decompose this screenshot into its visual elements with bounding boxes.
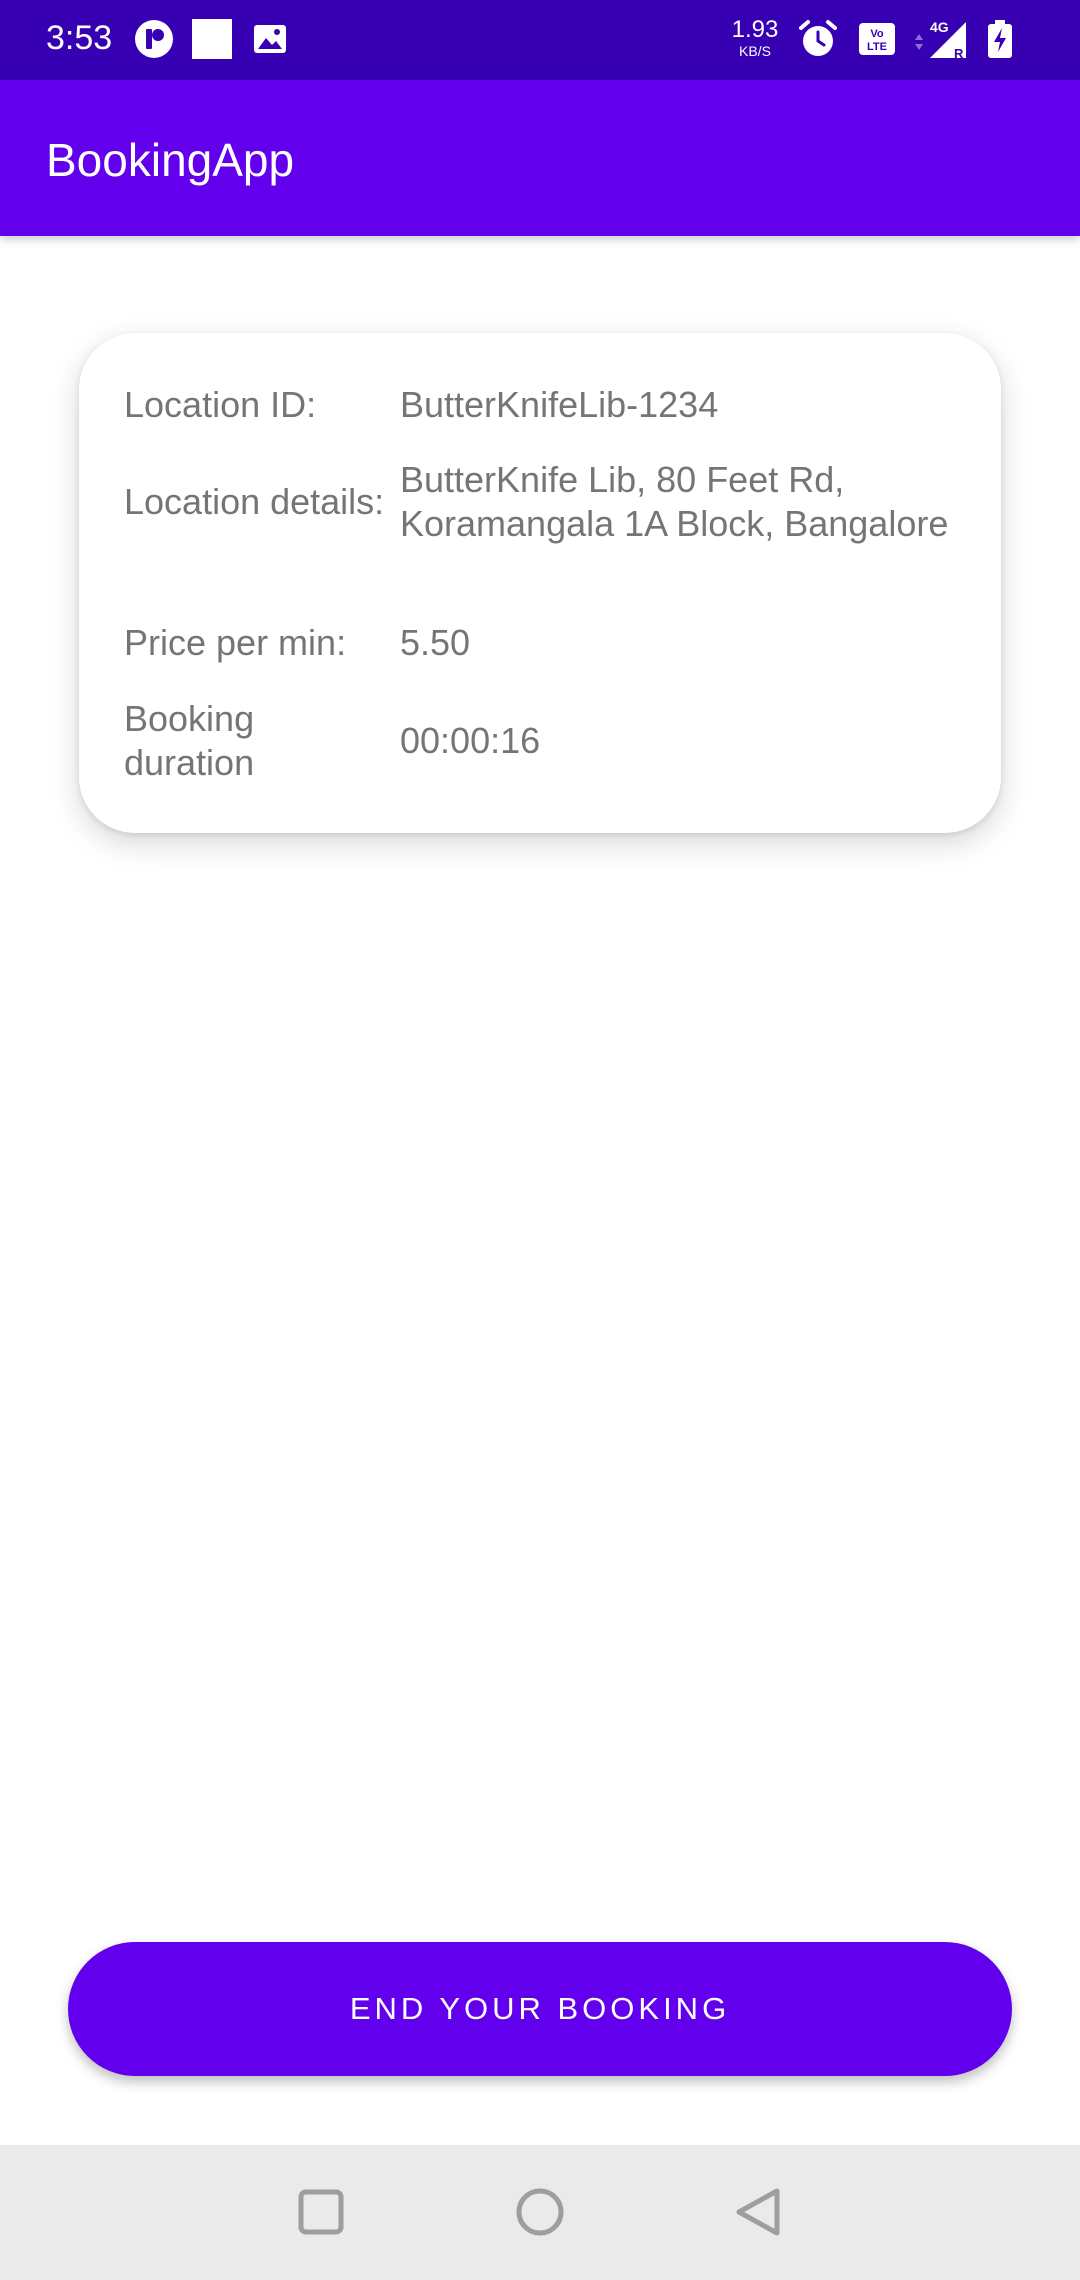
booking-duration-value: 00:00:16 — [400, 720, 541, 761]
svg-text:LTE: LTE — [867, 41, 887, 53]
location-id-label: Location ID: — [124, 384, 317, 425]
square-notification-icon — [192, 19, 232, 59]
network-speed-unit: KB/S — [739, 43, 771, 59]
price-per-min-label: Price per min: — [124, 622, 347, 663]
booking-duration-label: Booking duration — [124, 698, 255, 783]
location-details-row: Location details: ButterKnife Lib, 80 Fe… — [124, 458, 964, 546]
end-booking-button[interactable]: END YOUR BOOKING — [68, 1942, 1012, 2076]
image-notification-icon — [254, 25, 286, 53]
booking-details-card: Location ID: ButterKnifeLib-1234 Locatio… — [79, 333, 1001, 833]
battery-charging-icon — [988, 20, 1012, 58]
status-time: 3:53 — [46, 19, 113, 57]
app-notification-icon — [135, 20, 173, 58]
booking-duration-row: Booking duration 00:00:16 — [124, 697, 964, 785]
back-icon[interactable] — [724, 2177, 794, 2247]
app-title: BookingApp — [46, 134, 295, 186]
location-id-row: Location ID: ButterKnifeLib-1234 — [124, 383, 964, 427]
svg-text:4G: 4G — [930, 19, 949, 35]
status-bar: 3:53 1.93 KB/S Vo LTE 4G R — [0, 0, 1080, 80]
network-speed-value: 1.93 — [731, 16, 779, 43]
system-nav-bar — [0, 2145, 1080, 2280]
price-per-min-row: Price per min: 5.50 — [124, 621, 964, 665]
price-per-min-value: 5.50 — [400, 622, 471, 663]
location-details-label: Location details: — [124, 481, 385, 522]
location-id-value: ButterKnifeLib-1234 — [400, 384, 719, 425]
alarm-icon — [799, 20, 837, 56]
location-details-value: ButterKnife Lib, 80 Feet Rd, Koramangala… — [400, 459, 949, 544]
recents-icon[interactable] — [286, 2177, 356, 2247]
home-icon[interactable] — [505, 2177, 575, 2247]
signal-4g-icon: 4G R — [915, 19, 966, 60]
svg-text:R: R — [954, 46, 964, 60]
app-bar: BookingApp — [0, 80, 1080, 236]
volte-icon: Vo LTE — [859, 23, 895, 55]
svg-text:Vo: Vo — [870, 28, 884, 40]
network-speed: 1.93 KB/S — [730, 16, 780, 59]
